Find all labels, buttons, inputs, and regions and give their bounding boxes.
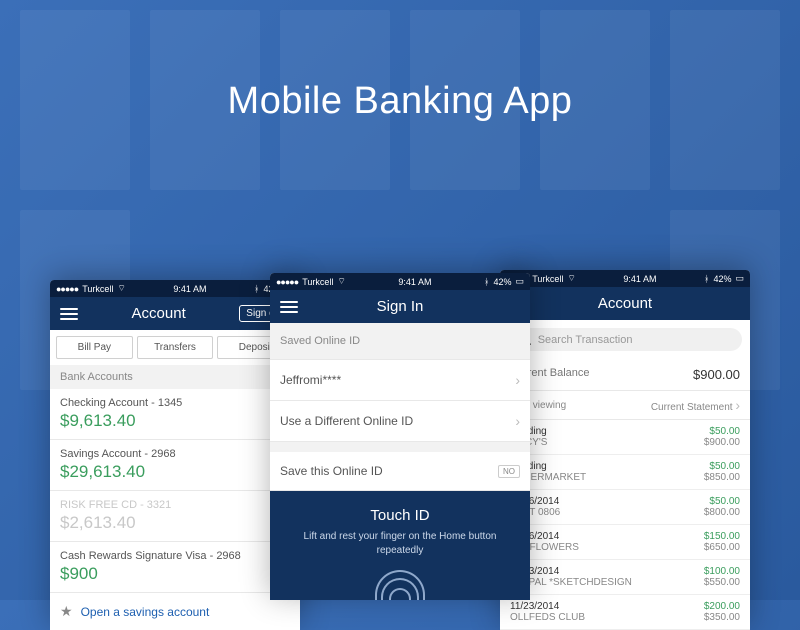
account-row[interactable]: Checking Account - 1345 $9,613.40 xyxy=(50,389,300,440)
status-bar: ●●●●●Turkcell⌔ 9:41 AM ᚼ42%▭ xyxy=(50,280,300,297)
tab-billpay[interactable]: Bill Pay xyxy=(56,336,133,359)
viewing-row[interactable]: Now viewing Current Statement › xyxy=(500,391,750,420)
wifi-icon: ⌔ xyxy=(337,276,345,287)
status-bar: ●●●●●Turkcell⌔ 9:41 AM ᚼ42%▭ xyxy=(500,270,750,287)
menu-icon[interactable] xyxy=(60,308,78,320)
chevron-right-icon: › xyxy=(735,397,740,413)
transaction-row[interactable]: PendingMACY'S$50.00$900.00 xyxy=(500,420,750,455)
phone-transactions: ●●●●●Turkcell⌔ 9:41 AM ᚼ42%▭ Account 🔍 S… xyxy=(500,270,750,630)
account-row[interactable]: RISK FREE CD - 3321 $2,613.40 xyxy=(50,491,300,542)
nav-title: Sign In xyxy=(298,298,502,315)
transaction-row[interactable]: 11/23/2014PAYPAL *SKETCHDESIGN$100.00$55… xyxy=(500,560,750,595)
bluetooth-icon: ᚼ xyxy=(704,274,709,284)
bluetooth-icon: ᚼ xyxy=(254,284,259,294)
saved-id-header: Saved Online ID xyxy=(270,323,530,360)
phone-account-list: ●●●●●Turkcell⌔ 9:41 AM ᚼ42%▭ Account Sig… xyxy=(50,280,300,630)
status-bar: ●●●●●Turkcell⌔ 9:41 AM ᚼ42%▭ xyxy=(270,273,530,290)
search-input[interactable]: 🔍 Search Transaction xyxy=(508,328,742,351)
toggle-switch[interactable]: NO xyxy=(498,465,520,478)
nav-title: Account xyxy=(78,305,239,322)
menu-icon[interactable] xyxy=(280,301,298,313)
account-row[interactable]: Cash Rewards Signature Visa - 2968 $900 xyxy=(50,542,300,593)
phone-signin: ●●●●●Turkcell⌔ 9:41 AM ᚼ42%▭ Sign In Sav… xyxy=(270,273,530,600)
wifi-icon: ⌔ xyxy=(567,273,575,284)
battery-icon: ▭ xyxy=(515,276,524,287)
balance-row: Current Balance $900.00 xyxy=(500,359,750,391)
transaction-row[interactable]: 11/26/2014800 FLOWERS$150.00$650.00 xyxy=(500,525,750,560)
fingerprint-icon xyxy=(375,570,425,600)
nav-title: Account xyxy=(550,295,700,312)
bluetooth-icon: ᚼ xyxy=(484,277,489,287)
battery-icon: ▭ xyxy=(735,273,744,284)
star-icon: ★ xyxy=(60,603,73,620)
wifi-icon: ⌔ xyxy=(117,283,125,294)
chevron-right-icon: › xyxy=(515,413,520,429)
hero-title: Mobile Banking App xyxy=(0,80,800,123)
account-row[interactable]: Savings Account - 2968 $29,613.40 xyxy=(50,440,300,491)
save-id-toggle-row: Save this Online ID NO xyxy=(270,452,530,491)
touchid-title: Touch ID xyxy=(290,507,510,524)
transaction-row[interactable]: 11/26/2014PABT 0806$50.00$800.00 xyxy=(500,490,750,525)
promo-link[interactable]: ★ Open a savings account xyxy=(50,593,300,630)
chevron-right-icon: › xyxy=(515,372,520,388)
transaction-row[interactable]: 11/23/2014OLLFEDS CLUB$200.00$350.00 xyxy=(500,595,750,630)
transaction-row[interactable]: PendingSUPERMARKET$50.00$850.00 xyxy=(500,455,750,490)
touchid-subtitle: Lift and rest your finger on the Home bu… xyxy=(290,530,510,558)
different-id-row[interactable]: Use a Different Online ID › xyxy=(270,401,530,442)
saved-id-row[interactable]: Jeffromi**** › xyxy=(270,360,530,401)
tab-transfers[interactable]: Transfers xyxy=(137,336,214,359)
section-header: Bank Accounts xyxy=(50,365,300,389)
